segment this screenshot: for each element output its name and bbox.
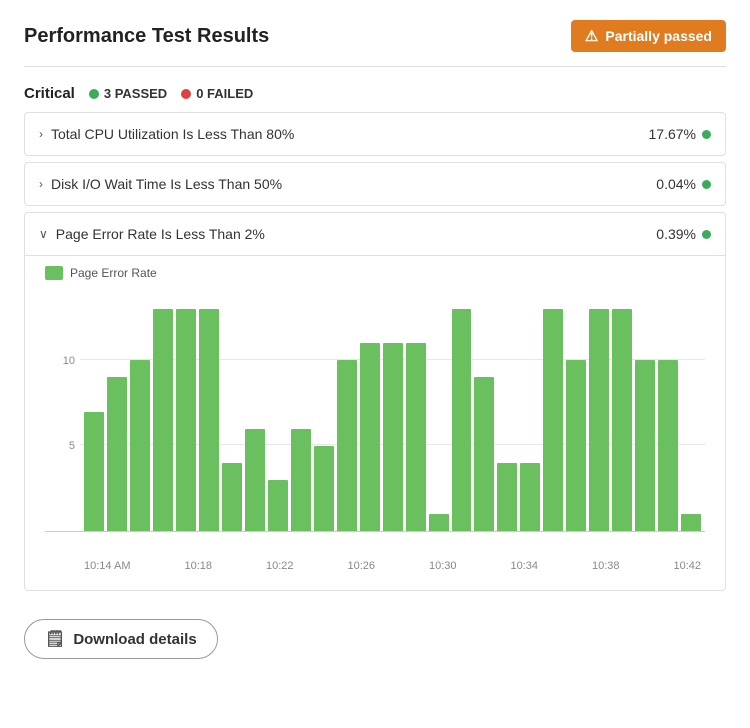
bar-18 — [497, 463, 517, 531]
bar-7 — [245, 429, 265, 531]
x-label-3: 10:26 — [347, 560, 375, 572]
row-cpu-label: Total CPU Utilization Is Less Than 80% — [51, 126, 294, 142]
page-title: Performance Test Results — [24, 25, 269, 48]
bar-4 — [176, 309, 196, 531]
bar-3 — [153, 309, 173, 531]
bar-17 — [474, 377, 494, 531]
legend-color-box — [45, 266, 63, 280]
bar-12 — [360, 343, 380, 531]
chart-container: 105 10:14 AM10:1810:2210:2610:3010:3410:… — [45, 292, 705, 572]
x-label-5: 10:34 — [510, 560, 538, 572]
chevron-cpu: › — [39, 127, 43, 141]
bars-container — [80, 292, 705, 531]
bar-1 — [107, 377, 127, 531]
x-label-2: 10:22 — [266, 560, 294, 572]
row-error: ∨ Page Error Rate Is Less Than 2% 0.39% … — [24, 212, 726, 591]
bar-16 — [452, 309, 472, 531]
failed-dot — [181, 89, 191, 99]
bar-0 — [84, 412, 104, 532]
bar-2 — [130, 360, 150, 531]
row-disk-value: 0.04% — [656, 176, 696, 192]
failed-count: 0 FAILED — [181, 86, 253, 101]
x-label-1: 10:18 — [184, 560, 212, 572]
bar-20 — [543, 309, 563, 531]
passed-count: 3 PASSED — [89, 86, 167, 101]
section-label: Critical — [24, 85, 75, 102]
legend-label: Page Error Rate — [70, 266, 157, 280]
document-icon: 🗒 — [45, 629, 65, 649]
bar-23 — [612, 309, 632, 531]
bar-11 — [337, 360, 357, 531]
y-label-10: 10 — [45, 355, 75, 367]
bar-21 — [566, 360, 586, 531]
bar-10 — [314, 446, 334, 531]
row-error-header[interactable]: ∨ Page Error Rate Is Less Than 2% 0.39% — [25, 213, 725, 255]
row-disk-label: Disk I/O Wait Time Is Less Than 50% — [51, 176, 282, 192]
bar-9 — [291, 429, 311, 531]
bar-24 — [635, 360, 655, 531]
row-error-status-dot — [702, 230, 711, 239]
row-error-label: Page Error Rate Is Less Than 2% — [56, 226, 265, 242]
bar-13 — [383, 343, 403, 531]
bar-19 — [520, 463, 540, 531]
section-header: Critical 3 PASSED 0 FAILED — [24, 85, 726, 102]
row-disk: › Disk I/O Wait Time Is Less Than 50% 0.… — [24, 162, 726, 206]
chart-legend: Page Error Rate — [45, 266, 705, 280]
bar-22 — [589, 309, 609, 531]
bar-6 — [222, 463, 242, 531]
x-label-7: 10:42 — [673, 560, 701, 572]
row-error-value: 0.39% — [656, 226, 696, 242]
x-labels: 10:14 AM 10:18 10:22 10:26 10:30 10:34 10:38 10… — [80, 560, 705, 572]
row-cpu-header[interactable]: › Total CPU Utilization Is Less Than 80%… — [25, 113, 725, 155]
row-disk-header[interactable]: › Disk I/O Wait Time Is Less Than 50% 0.… — [25, 163, 725, 205]
page-header: Performance Test Results ⚠ Partially pas… — [24, 20, 726, 52]
status-label: Partially passed — [605, 28, 712, 44]
x-label-6: 10:38 — [592, 560, 620, 572]
chart-section: Page Error Rate 105 10:14 AM10:1810:2210… — [25, 255, 725, 590]
bar-5 — [199, 309, 219, 531]
download-button[interactable]: 🗒 Download details — [24, 619, 218, 659]
main-card: Performance Test Results ⚠ Partially pas… — [0, 0, 750, 728]
row-cpu-status-dot — [702, 130, 711, 139]
chevron-disk: › — [39, 177, 43, 191]
passed-dot — [89, 89, 99, 99]
row-cpu: › Total CPU Utilization Is Less Than 80%… — [24, 112, 726, 156]
y-label-5: 5 — [45, 440, 75, 452]
header-divider — [24, 66, 726, 67]
status-badge: ⚠ Partially passed — [571, 20, 726, 52]
x-label-4: 10:30 — [429, 560, 457, 572]
row-cpu-value: 17.67% — [649, 126, 696, 142]
chart-area: 10 5 — [45, 292, 705, 532]
download-label: Download details — [73, 631, 196, 648]
chevron-error: ∨ — [39, 227, 48, 241]
row-disk-status-dot — [702, 180, 711, 189]
bar-8 — [268, 480, 288, 531]
warning-icon: ⚠ — [585, 27, 598, 45]
x-label-0: 10:14 AM — [84, 560, 130, 572]
bar-25 — [658, 360, 678, 531]
bar-26 — [681, 514, 701, 531]
bar-14 — [406, 343, 426, 531]
bar-15 — [429, 514, 449, 531]
